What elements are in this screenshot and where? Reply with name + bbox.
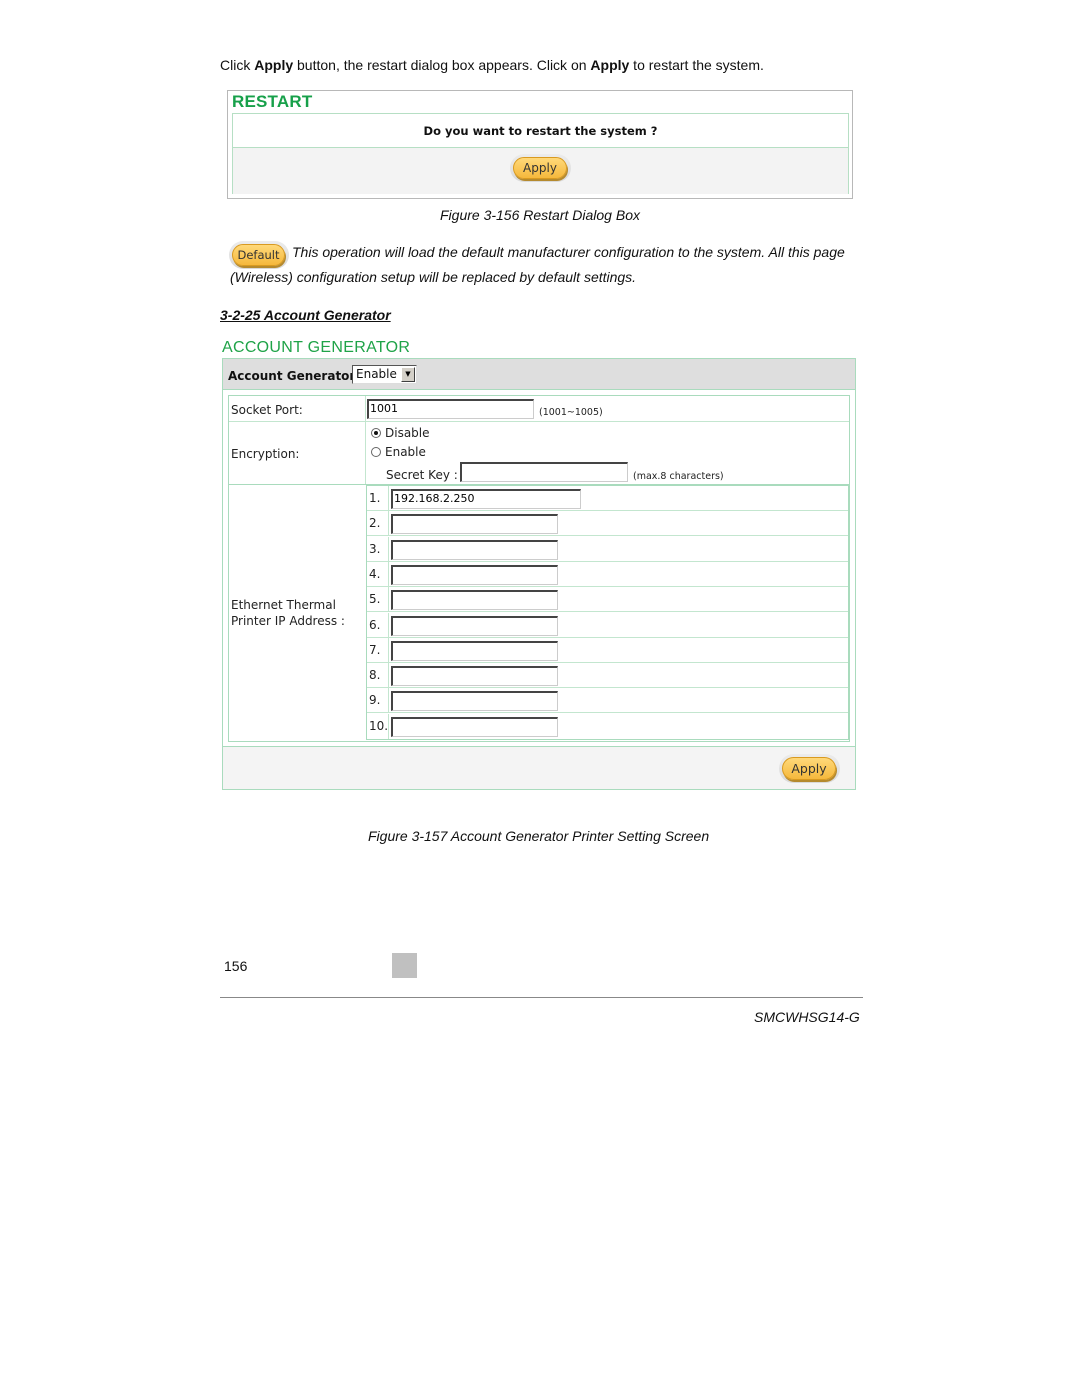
account-generator-select[interactable]: Enable ▼ <box>352 365 417 384</box>
printer-ip-label-line2: Printer IP Address : <box>231 614 345 628</box>
intro-apply-bold: Apply <box>590 57 630 73</box>
intro-apply-bold: Apply <box>254 57 294 73</box>
printer-ip-input[interactable] <box>391 564 558 585</box>
footer-divider <box>220 997 863 998</box>
model-name: SMCWHSG14-G <box>754 1009 860 1025</box>
printer-ip-index: 1. <box>367 486 389 510</box>
figure-156-caption: Figure 3-156 Restart Dialog Box <box>440 207 640 223</box>
printer-ip-input[interactable] <box>391 615 558 636</box>
socket-port-input[interactable]: 1001 <box>367 399 534 419</box>
encryption-disable-radio[interactable]: Disable <box>371 426 430 440</box>
section-heading: 3-2-25 Account Generator <box>220 307 391 323</box>
account-generator-title: ACCOUNT GENERATOR <box>222 339 411 356</box>
printer-ip-index: 10. <box>367 713 389 739</box>
radio-label: Enable <box>385 445 426 459</box>
account-generator-header: Account Generator: Enable ▼ <box>223 359 855 390</box>
printer-ip-label-line1: Ethernet Thermal <box>231 598 336 612</box>
encryption-enable-radio[interactable]: Enable <box>371 445 426 459</box>
printer-ip-entry: 5. <box>367 587 848 613</box>
printer-ip-input[interactable] <box>391 590 558 611</box>
printer-ip-index: 7. <box>367 637 389 662</box>
account-generator-panel: Account Generator: Enable ▼ Socket Port:… <box>222 358 856 790</box>
secret-key-label: Secret Key : <box>386 468 458 482</box>
printer-ip-input[interactable] <box>391 691 558 712</box>
intro-text: Click Apply button, the restart dialog b… <box>220 57 764 73</box>
ag-apply-button-frame: Apply <box>779 754 840 783</box>
secret-key-hint: (max.8 characters) <box>633 471 724 482</box>
printer-ip-index: 3. <box>367 536 389 561</box>
printer-ip-index: 8. <box>367 663 389 688</box>
intro-part: button, the restart dialog box appears. … <box>293 57 591 73</box>
printer-ip-input[interactable] <box>391 666 558 687</box>
account-generator-footer: Apply <box>223 746 855 789</box>
printer-ip-index: 2. <box>367 511 389 536</box>
printer-ip-entry: 1. 192.168.2.250 <box>367 486 848 511</box>
socket-port-label: Socket Port: <box>231 403 303 417</box>
restart-panel: Do you want to restart the system ? Appl… <box>232 113 849 194</box>
restart-title: RESTART <box>232 92 313 111</box>
printer-ip-row: Ethernet Thermal Printer IP Address : 1.… <box>229 485 849 741</box>
printer-ip-entry: 3. <box>367 536 848 562</box>
printer-ip-index: 6. <box>367 612 389 637</box>
encryption-row: Encryption: Disable Enable Secret Key : … <box>229 422 849 485</box>
printer-ip-input[interactable] <box>391 514 558 535</box>
default-note-text: This operation will load the default man… <box>230 240 860 290</box>
printer-ip-entry: 6. <box>367 612 848 638</box>
account-generator-label: Account Generator: <box>228 369 361 383</box>
ag-apply-button[interactable]: Apply <box>782 757 836 780</box>
column-divider <box>365 422 366 484</box>
restart-apply-button-frame: Apply <box>510 154 571 182</box>
printer-ip-entry: 2. <box>367 511 848 537</box>
encryption-label: Encryption: <box>231 447 300 461</box>
column-divider <box>365 396 366 421</box>
page-marker <box>392 953 417 978</box>
chevron-down-icon[interactable]: ▼ <box>401 367 415 382</box>
printer-ip-table: 1. 192.168.2.250 2. 3. 4. 5. 6. 7. 8. 9. 10. <box>366 485 849 740</box>
page-number: 156 <box>224 958 248 974</box>
figure-157-caption: Figure 3-157 Account Generator Printer S… <box>368 828 710 844</box>
printer-ip-entry: 4. <box>367 561 848 587</box>
restart-action-bar: Apply <box>233 148 848 194</box>
printer-ip-index: 5. <box>367 587 389 612</box>
printer-ip-entry: 10. <box>367 713 848 739</box>
restart-apply-button[interactable]: Apply <box>513 157 567 179</box>
radio-label: Disable <box>385 426 430 440</box>
radio-unselected-icon[interactable] <box>371 447 381 457</box>
restart-dialog: RESTART Do you want to restart the syste… <box>227 90 853 199</box>
default-note-body: This operation will load the default man… <box>230 244 845 285</box>
printer-ip-entry: 9. <box>367 688 848 714</box>
select-value: Enable <box>356 367 397 381</box>
printer-ip-index: 4. <box>367 561 389 586</box>
intro-part: Click <box>220 57 255 73</box>
printer-ip-input[interactable] <box>391 640 558 661</box>
printer-ip-input[interactable]: 192.168.2.250 <box>391 489 581 509</box>
printer-ip-input[interactable] <box>391 539 558 560</box>
printer-ip-entry: 8. <box>367 663 848 689</box>
socket-port-hint: (1001~1005) <box>539 407 603 418</box>
intro-part: to restart the system. <box>629 57 764 73</box>
socket-port-row: Socket Port: 1001 (1001~1005) <box>229 396 849 422</box>
printer-ip-index: 9. <box>367 688 389 713</box>
printer-ip-input[interactable] <box>391 716 558 737</box>
radio-selected-icon[interactable] <box>371 428 381 438</box>
settings-frame: Socket Port: 1001 (1001~1005) Encryption… <box>228 395 850 742</box>
secret-key-input[interactable] <box>460 462 628 482</box>
restart-question: Do you want to restart the system ? <box>233 114 848 148</box>
printer-ip-entry: 7. <box>367 637 848 663</box>
